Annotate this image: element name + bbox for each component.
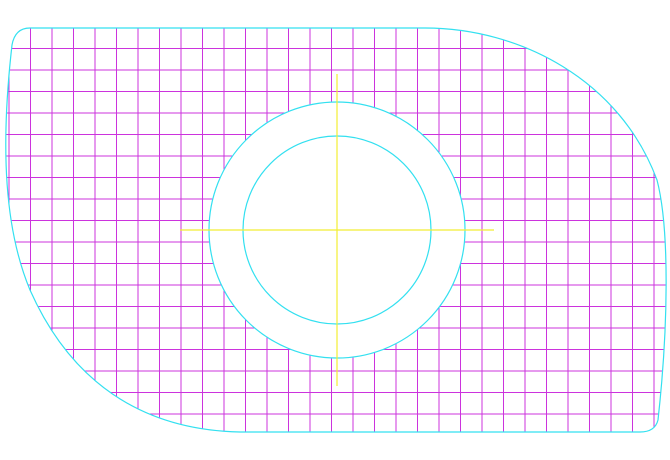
cad-drawing-canvas <box>0 0 670 460</box>
